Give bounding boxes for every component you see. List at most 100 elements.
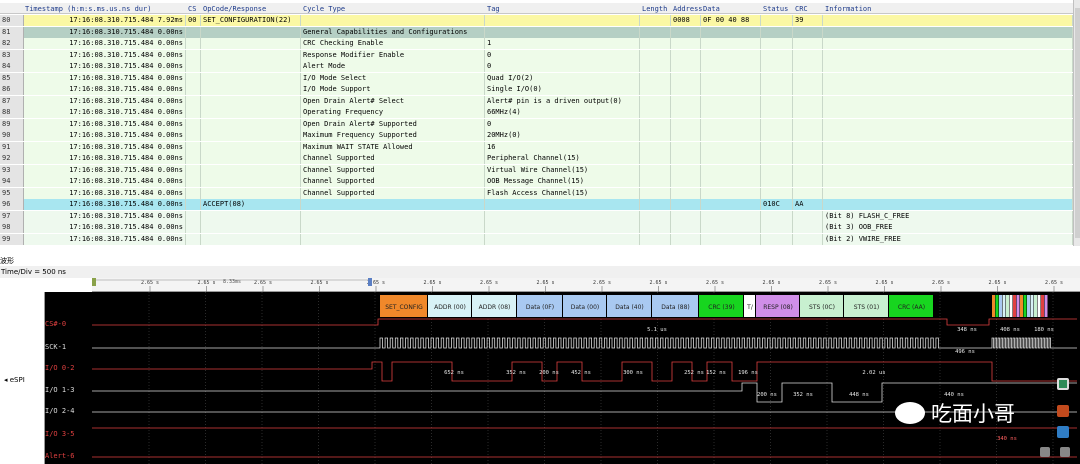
cell-ts: 17:16:08.310.715.484 0.00ns — [24, 176, 186, 188]
table-row[interactable]: 87 17:16:08.310.715.484 0.00ns Open Drain … — [0, 95, 1080, 107]
table-row[interactable]: 89 17:16:08.310.715.484 0.00ns Open Drain … — [0, 118, 1080, 130]
cell-addr — [671, 130, 701, 142]
timing-annotation: 348 ns — [957, 327, 977, 333]
cell-cycle — [301, 210, 485, 222]
table-row[interactable]: 93 17:16:08.310.715.484 0.00ns Channel Sup… — [0, 164, 1080, 176]
waveform-plot[interactable]: SET_CONFIG ADDR (00) ADDR (08) Data (0F) Dat… — [92, 292, 1080, 464]
cell-tag: Quad I/O(2) — [485, 72, 640, 84]
table-row[interactable]: 80 17:16:08.310.715.484 7.92ms 00 SET_CONFI… — [0, 15, 1080, 27]
cell-status — [761, 233, 793, 245]
column-header-timestamp[interactable]: Timestamp (h:m:s.ms.us.ns dur) — [25, 5, 151, 13]
signal-name[interactable]: SCK-1 — [45, 343, 66, 351]
table-row[interactable]: 90 17:16:08.310.715.484 0.00ns Maximum Fre… — [0, 130, 1080, 142]
table-row[interactable]: 98 17:16:08.310.715.484 0.00ns (Bit 3) OOB… — [0, 222, 1080, 234]
cell-cycle: Response Modifier Enable — [301, 49, 485, 61]
table-row[interactable]: 91 17:16:08.310.715.484 0.00ns Maximum WAI… — [0, 141, 1080, 153]
cell-len — [640, 141, 671, 153]
table-row[interactable]: 86 17:16:08.310.715.484 0.00ns I/O Mode Su… — [0, 84, 1080, 96]
table-row[interactable]: 83 17:16:08.310.715.484 0.00ns Response Mo… — [0, 49, 1080, 61]
cell-tag — [485, 26, 640, 38]
signal-name[interactable]: CS#-0 — [45, 320, 66, 328]
cell-cs — [186, 210, 201, 222]
time-ruler[interactable]: 2.65 s 2.65 s 2.65 s 2.65 s 2.65 s 2.65 s 2.65… — [92, 278, 1080, 292]
column-header-cs[interactable]: CS — [188, 5, 196, 13]
table-row[interactable]: 88 17:16:08.310.715.484 0.00ns Operating F… — [0, 107, 1080, 119]
table-row[interactable]: 82 17:16:08.310.715.484 0.00ns CRC Checkin… — [0, 38, 1080, 50]
settings-icon[interactable] — [1057, 426, 1069, 438]
cell-tag: Virtual Wire Channel(15) — [485, 164, 640, 176]
cell-len — [640, 176, 671, 188]
cell-idx: 92 — [0, 153, 24, 165]
signal-name[interactable]: I/O 0-2 — [45, 364, 75, 372]
table-row[interactable]: 94 17:16:08.310.715.484 0.00ns Channel Sup… — [0, 176, 1080, 188]
column-header-address[interactable]: Address — [673, 5, 703, 13]
table-header: Timestamp (h:m:s.ms.us.ns dur) CS OpCode… — [0, 3, 1080, 14]
table-row[interactable]: 96 17:16:08.310.715.484 0.00ns ACCEPT(08) 0… — [0, 199, 1080, 211]
zoom-in-icon[interactable] — [1060, 447, 1070, 457]
table-row[interactable]: 81 17:16:08.310.715.484 0.00ns General Cap… — [0, 26, 1080, 38]
table-row[interactable]: 95 17:16:08.310.715.484 0.00ns Channel Sup… — [0, 187, 1080, 199]
cell-info: (Bit 2) VWIRE_FREE — [823, 233, 1073, 245]
cell-op: ACCEPT(08) — [201, 199, 301, 211]
wechat-icon — [895, 402, 925, 424]
column-header-information[interactable]: Information — [825, 5, 871, 13]
packet-burst — [1037, 295, 1041, 317]
column-header-crc[interactable]: CRC — [795, 5, 808, 13]
cell-data — [701, 210, 761, 222]
cell-len — [640, 107, 671, 119]
cell-len — [640, 84, 671, 96]
cell-len — [640, 233, 671, 245]
table-row[interactable]: 99 17:16:08.310.715.484 0.00ns (Bit 2) VWI… — [0, 233, 1080, 245]
table-row[interactable]: 84 17:16:08.310.715.484 0.00ns Alert Mode 0 — [0, 61, 1080, 73]
signal-name[interactable]: I/O 2-4 — [45, 407, 75, 415]
packet-burst — [992, 295, 995, 317]
cell-cycle: Alert Mode — [301, 61, 485, 73]
cell-crc — [793, 118, 823, 130]
cell-cs — [186, 118, 201, 130]
ruler-tick-label: 2.65 s — [932, 280, 950, 286]
column-header-status[interactable]: Status — [763, 5, 788, 13]
marker-icon[interactable] — [1057, 405, 1069, 417]
cell-len — [640, 38, 671, 50]
cell-cycle: General Capabilities and Configurations — [301, 26, 485, 38]
cell-info — [823, 141, 1073, 153]
group-label-espi[interactable]: ◂ eSPI — [4, 376, 25, 384]
signal-name[interactable]: Alert-6 — [45, 452, 75, 460]
signal-name[interactable]: I/O 3-5 — [45, 430, 75, 438]
cell-info — [823, 84, 1073, 96]
cell-tag: 1 — [485, 38, 640, 50]
packet-label: Data (40) — [615, 304, 644, 311]
column-header-length[interactable]: Length — [642, 5, 667, 13]
time-div-readout[interactable]: Time/Div = 500 ns — [1, 268, 66, 276]
cell-ts: 17:16:08.310.715.484 0.00ns — [24, 107, 186, 119]
timing-annotation: 496 ns — [955, 349, 975, 355]
cell-op — [201, 233, 301, 245]
column-header-data[interactable]: Data — [703, 5, 720, 13]
cell-addr — [671, 61, 701, 73]
ruler-tick-label: 2.65 s — [875, 280, 893, 286]
column-header-cycle-type[interactable]: Cycle Type — [303, 5, 345, 13]
signal-name[interactable]: I/O 1-3 — [45, 386, 75, 394]
table-row[interactable]: 92 17:16:08.310.715.484 0.00ns Channel Sup… — [0, 153, 1080, 165]
column-header-opcode[interactable]: OpCode/Response — [203, 5, 266, 13]
column-header-tag[interactable]: Tag — [487, 5, 500, 13]
table-row[interactable]: 97 17:16:08.310.715.484 0.00ns (Bit 8) FLA… — [0, 210, 1080, 222]
table-scrollbar[interactable] — [1073, 0, 1080, 246]
packet-burst — [1006, 295, 1009, 317]
cell-tag: 66MHz(4) — [485, 107, 640, 119]
cell-tag: Peripheral Channel(15) — [485, 153, 640, 165]
cell-data — [701, 153, 761, 165]
wave-cs — [92, 318, 1077, 326]
packet-burst — [1041, 295, 1044, 317]
cell-crc — [793, 38, 823, 50]
table-row[interactable]: 85 17:16:08.310.715.484 0.00ns I/O Mode Se… — [0, 72, 1080, 84]
scrollbar-thumb[interactable] — [1075, 8, 1080, 238]
timing-annotation: 448 ns — [849, 392, 869, 398]
cell-cycle: Channel Supported — [301, 153, 485, 165]
cell-op — [201, 38, 301, 50]
zoom-out-icon[interactable] — [1040, 447, 1050, 457]
refresh-icon[interactable] — [1057, 378, 1069, 390]
cell-idx: 96 — [0, 199, 24, 211]
timing-annotation: 2.02 us — [862, 370, 885, 376]
ruler-tick-label: 2.65 s — [706, 280, 724, 286]
